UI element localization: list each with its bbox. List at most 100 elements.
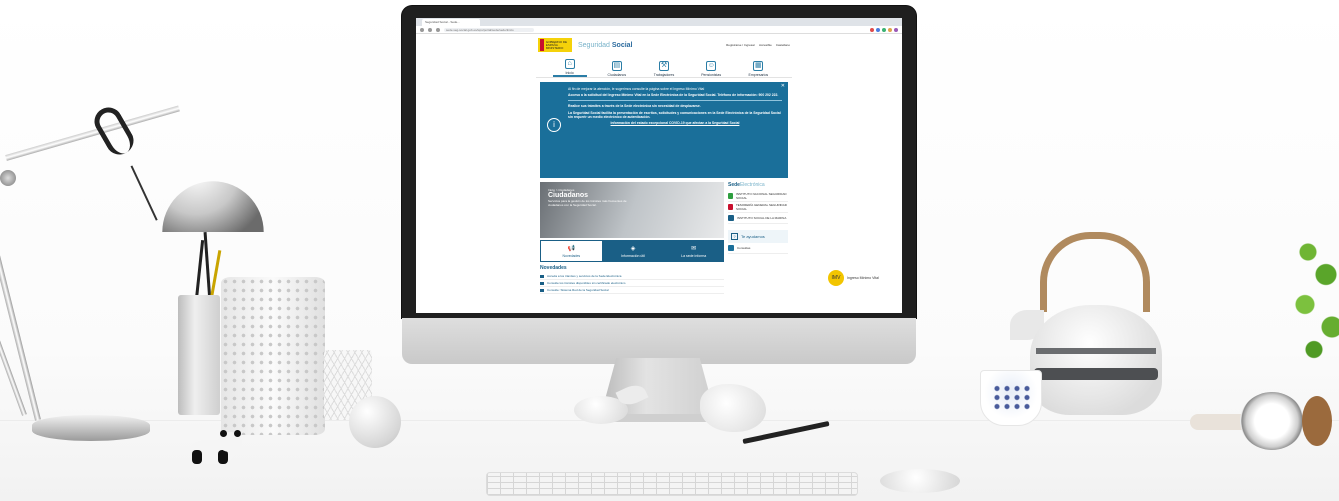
profile-icon[interactable] [894, 27, 898, 32]
headphones [1190, 388, 1339, 458]
news-heading: Novedades [540, 265, 567, 271]
back-icon[interactable] [420, 27, 424, 32]
extensions-area [870, 27, 898, 32]
header-link-login[interactable]: Registrarse / Ingresar [726, 43, 755, 47]
monitor-chin [402, 318, 916, 364]
tools-icon: ⚒ [658, 61, 669, 71]
header-link-language[interactable]: Castellano [776, 43, 790, 47]
tab-label: Información útil [621, 253, 645, 258]
help-box[interactable]: ? Te ayudamos [728, 230, 788, 243]
sede-suffix: Electrónica [739, 182, 765, 188]
banner-text: La Seguridad Social facilita la presenta… [568, 110, 781, 119]
tab-label: Novedades [562, 253, 581, 258]
banner-link[interactable]: Información del estado excepcional COVID… [568, 121, 782, 125]
nav-trabajadores[interactable]: ⚒ Trabajadores [647, 61, 681, 77]
nav-label: Empresarios [748, 73, 769, 77]
reload-icon[interactable] [436, 27, 440, 32]
news-item[interactable]: Consulte: Sistema Red de la Seguridad So… [540, 287, 724, 294]
sede-link-ism[interactable]: INSTITUTO SOCIAL DE LA MARINA [728, 213, 788, 224]
lamp-joint [0, 170, 16, 186]
coat-of-arms-icon [540, 39, 544, 51]
news-text: Consulte los trámites disponibles sin ce… [547, 281, 626, 285]
sede-link-label: INSTITUTO NACIONAL SEGURIDAD SOCIAL [736, 192, 787, 200]
imv-promo-text: Ingreso Mínimo Vital [847, 276, 879, 280]
perforated-lantern [221, 277, 325, 435]
panda-figurine [182, 430, 244, 466]
document-icon: ▤ [611, 61, 622, 71]
desk-scene: Seguridad Social - Sede... sede.seg-soci… [0, 0, 1339, 501]
hero-card[interactable]: Inicio > Ciudadanos Ciudadanos Servicios… [540, 182, 724, 238]
gov-logo[interactable]: GOBIERNO DE ESPAÑA · MINISTERIO [538, 38, 572, 52]
extension-icon[interactable] [870, 27, 874, 32]
nav-label: Inicio [565, 71, 574, 75]
nav-pensionistas[interactable]: ☺ Pensionistas [694, 61, 728, 77]
main-column: Inicio > Ciudadanos Ciudadanos Servicios… [540, 182, 725, 294]
imv-badge: IMV [828, 270, 844, 286]
inss-logo-icon [728, 193, 733, 199]
megaphone-icon: 📢 [567, 245, 576, 252]
plant [1290, 222, 1339, 372]
imv-promo[interactable]: IMV Ingreso Mínimo Vital [828, 268, 888, 288]
ceramic-ball [349, 396, 401, 448]
news-item[interactable]: Acceda a los trámites y servicios de la … [540, 273, 724, 280]
banner-text: Al fin de mejorar la atención, le sugeri… [568, 87, 705, 91]
info-icon: ◈ [630, 245, 636, 252]
site-header: GOBIERNO DE ESPAÑA · MINISTERIO Segurida… [536, 36, 792, 54]
lamp-shade [162, 181, 264, 232]
lamp-base [32, 415, 150, 441]
main-nav: ⌂ Inicio ▤ Ciudadanos ⚒ Trabajadores ☺ P… [536, 54, 792, 78]
extension-icon[interactable] [876, 27, 880, 32]
mail-icon [540, 274, 544, 278]
crumpled-paper [700, 384, 766, 432]
home-icon: ⌂ [564, 59, 575, 69]
site-brand[interactable]: Seguridad Social [578, 42, 633, 49]
info-banner: ✕ i Al fin de mejorar la atención, le su… [540, 82, 788, 178]
lamp-upper-arm [5, 105, 180, 161]
gov-logo-text: GOBIERNO DE ESPAÑA · MINISTERIO [545, 39, 568, 50]
extension-icon[interactable] [882, 27, 886, 32]
brand-prefix: Seguridad [578, 41, 610, 49]
ism-logo-icon [728, 215, 734, 221]
nav-ciudadanos[interactable]: ▤ Ciudadanos [600, 61, 634, 77]
sede-column: SedeElectrónica INSTITUTO NACIONAL SEGUR… [728, 182, 788, 294]
tab-informacion-util[interactable]: ◈ Información útil [602, 240, 664, 262]
cup-pattern [992, 384, 1030, 410]
monitor-bezel: Seguridad Social - Sede... sede.seg-soci… [402, 6, 916, 318]
lamp-arm-front [0, 176, 41, 421]
tgss-logo-icon [728, 204, 733, 210]
extension-icon[interactable] [888, 27, 892, 32]
browser-tab[interactable]: Seguridad Social - Sede... [422, 19, 480, 26]
consultas-icon [728, 245, 734, 251]
pen [194, 240, 205, 300]
sede-link-tgss[interactable]: TESORERÍA GENERAL SEGURIDAD SOCIAL [728, 202, 788, 213]
tab-novedades[interactable]: 📢 Novedades [540, 240, 603, 262]
news-item[interactable]: Consulte los trámites disponibles sin ce… [540, 280, 724, 287]
address-bar[interactable]: sede.seg-social.gob.es/wps/portal/sede/s… [444, 27, 534, 32]
forward-icon[interactable] [428, 27, 432, 32]
banner-text: Realice sus trámites a través de la Sede… [568, 104, 701, 109]
keyboard [486, 472, 858, 496]
hero-description: Servicios para la gestión de los trámite… [548, 199, 627, 207]
tab-sede-informa[interactable]: ✉ La sede informa [663, 240, 725, 262]
pencil [209, 250, 222, 300]
content-area: Inicio > Ciudadanos Ciudadanos Servicios… [536, 178, 792, 294]
banner-text: Acceso a la solicitud del Ingreso Mínimo… [568, 93, 779, 98]
seg-social-site: GOBIERNO DE ESPAÑA · MINISTERIO Segurida… [536, 36, 792, 313]
header-link-accessible[interactable]: Accesible [759, 43, 772, 47]
kettle [1030, 305, 1162, 415]
mouse [880, 469, 960, 493]
nav-empresarios[interactable]: ▦ Empresarios [741, 61, 775, 77]
news-text: Consulte: Sistema Red de la Seguridad So… [547, 288, 609, 292]
sede-link-inss[interactable]: INSTITUTO NACIONAL SEGURIDAD SOCIAL [728, 191, 788, 202]
imac-monitor: Seguridad Social - Sede... sede.seg-soci… [402, 6, 916, 364]
nav-inicio[interactable]: ⌂ Inicio [552, 59, 587, 77]
tab-label: La sede informa [681, 253, 707, 258]
chat-icon: ✉ [691, 245, 697, 252]
person-icon: ☺ [706, 61, 717, 71]
help-consultas-link[interactable]: Consultas [728, 243, 788, 254]
nav-label: Trabajadores [653, 73, 675, 77]
nav-label: Pensionistas [701, 73, 722, 77]
kettle-handle [1040, 232, 1150, 312]
content-tabs: 📢 Novedades ◈ Información útil ✉ La sede [540, 240, 725, 262]
close-icon[interactable]: ✕ [781, 83, 785, 89]
